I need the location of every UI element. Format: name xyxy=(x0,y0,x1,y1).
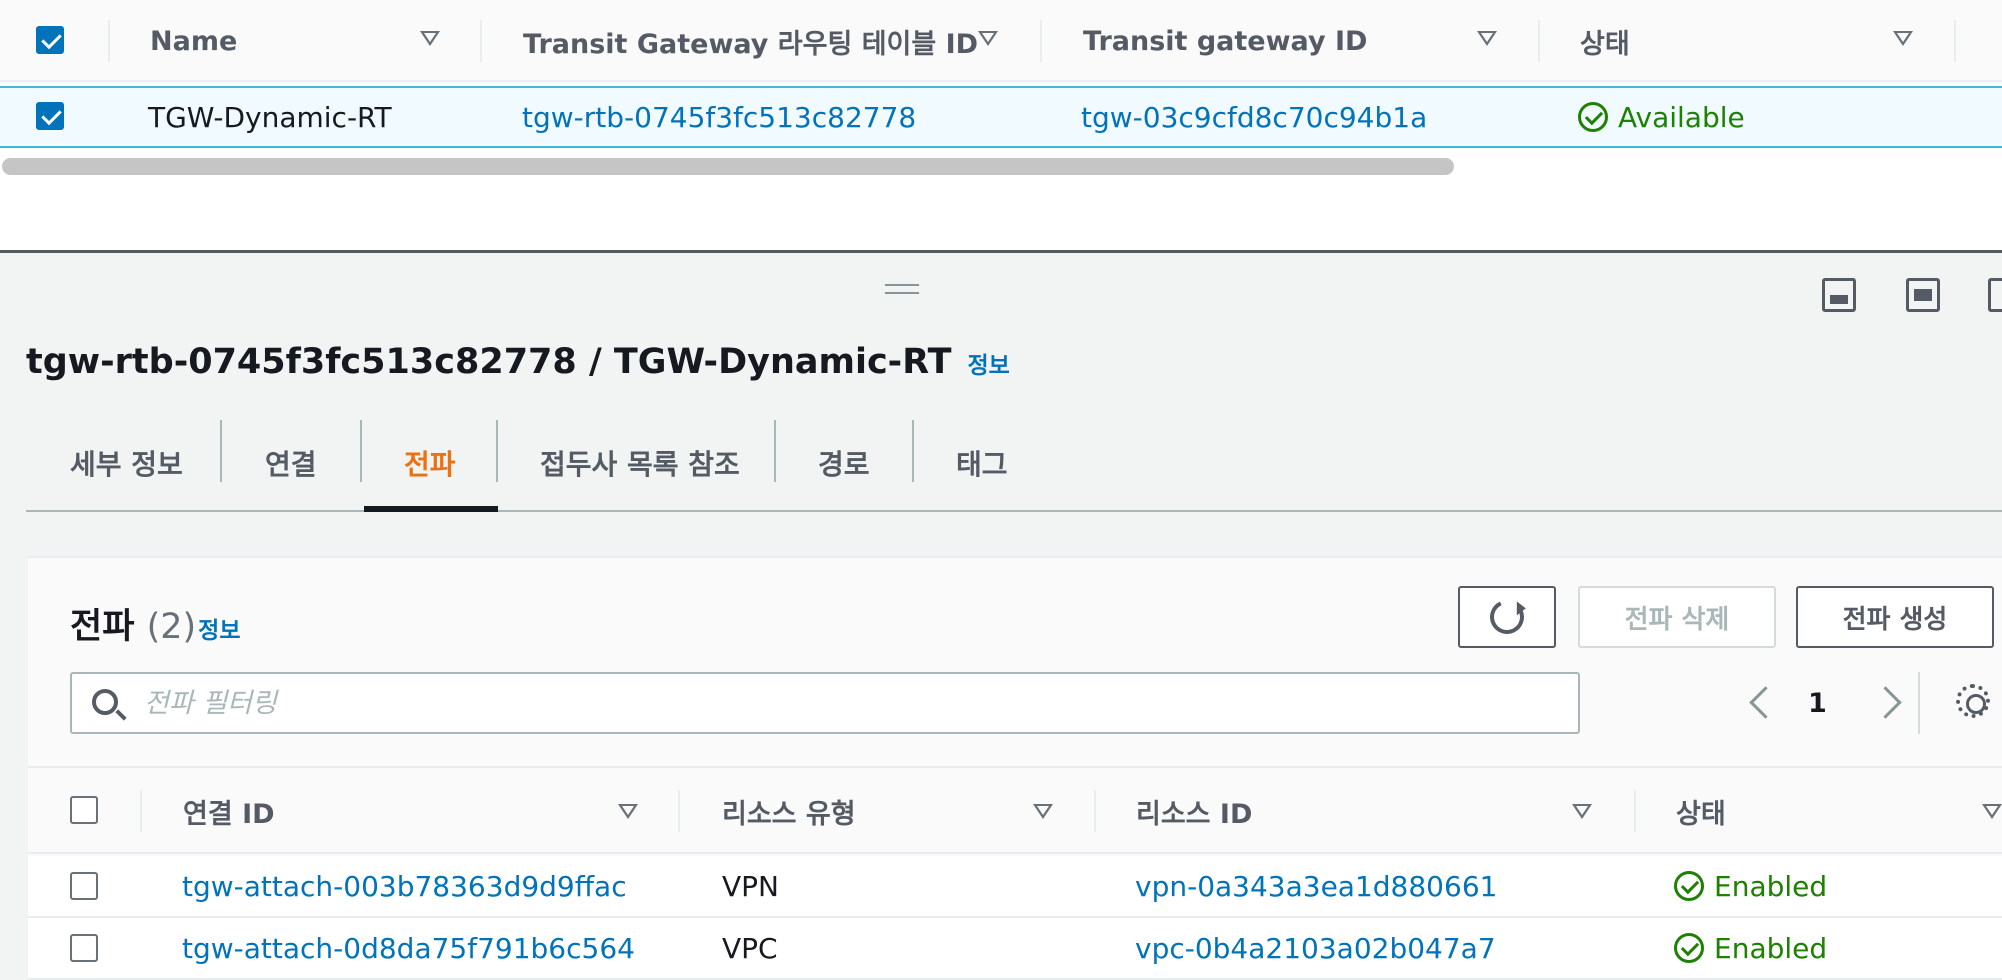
sort-icon[interactable] xyxy=(1982,804,2002,819)
tab-associations[interactable]: 연결 xyxy=(265,416,317,510)
info-link[interactable]: 정보 xyxy=(198,618,240,644)
check-circle-icon xyxy=(1674,933,1704,963)
panel-title: tgw-rtb-0745f3fc513c82778 / TGW-Dynamic-… xyxy=(26,342,1010,388)
tab-details[interactable]: 세부 정보 xyxy=(70,416,183,510)
resource-type: VPN xyxy=(722,869,779,903)
select-all-checkbox[interactable] xyxy=(70,796,98,824)
resource-id-link[interactable]: vpn-0a343a3ea1d880661 xyxy=(1135,856,1497,916)
sort-icon[interactable] xyxy=(618,804,638,819)
resource-type: VPC xyxy=(722,931,778,965)
status-enabled: Enabled xyxy=(1674,856,1827,916)
propagations-count: (2) xyxy=(146,607,197,647)
tab-separator xyxy=(912,420,914,482)
column-header-route-table-id[interactable]: Transit Gateway 라우팅 테이블 ID xyxy=(523,0,978,82)
panel-center-icon[interactable] xyxy=(1906,278,1940,312)
tab-routes[interactable]: 경로 xyxy=(818,416,870,510)
column-separator xyxy=(1094,790,1096,832)
chevron-left-icon[interactable] xyxy=(1744,682,1778,724)
panel-bottom-icon[interactable] xyxy=(1822,278,1856,312)
panel-side-icon[interactable] xyxy=(1988,278,2002,312)
table-header: Name Transit Gateway 라우팅 테이블 ID Transit … xyxy=(0,0,2002,82)
cell-name: TGW-Dynamic-RT xyxy=(148,100,392,134)
column-separator xyxy=(108,20,110,62)
check-circle-icon xyxy=(1674,871,1704,901)
create-propagation-button[interactable]: 전파 생성 xyxy=(1796,586,1994,648)
horizontal-scrollbar[interactable] xyxy=(0,154,2002,178)
filter-box[interactable] xyxy=(70,672,1580,734)
resource-id-link[interactable]: vpc-0b4a2103a02b047a7 xyxy=(1135,918,1496,978)
column-separator xyxy=(1040,20,1042,62)
propagations-table-header: 연결 ID 리소스 유형 리소스 ID 상태 xyxy=(28,766,2002,854)
tab-separator xyxy=(220,420,222,482)
transit-gateway-id-link[interactable]: tgw-03c9cfd8c70c94b1a xyxy=(1081,88,1427,146)
tab-separator xyxy=(496,420,498,482)
column-separator xyxy=(480,20,482,62)
column-header-name[interactable]: Name xyxy=(150,0,237,82)
select-all-checkbox[interactable] xyxy=(36,26,64,54)
refresh-icon xyxy=(1485,595,1529,639)
propagations-header: 전파 (2)정보 xyxy=(70,598,241,649)
table-row-selected[interactable]: TGW-Dynamic-RT tgw-rtb-0745f3fc513c82778… xyxy=(0,86,2002,148)
column-separator xyxy=(1954,20,1956,62)
column-header-status[interactable]: 상태 xyxy=(1580,0,1630,82)
status-available: Available xyxy=(1578,88,1745,146)
tab-propagations[interactable]: 전파 xyxy=(404,416,456,510)
attachment-id-link[interactable]: tgw-attach-0d8da75f791b6c564 xyxy=(182,918,635,978)
status-text: Enabled xyxy=(1714,931,1828,965)
active-tab-indicator xyxy=(364,506,498,512)
row-checkbox[interactable] xyxy=(36,102,64,130)
route-table-id-link[interactable]: tgw-rtb-0745f3fc513c82778 xyxy=(522,88,916,146)
column-separator xyxy=(678,790,680,832)
delete-propagation-button[interactable]: 전파 삭제 xyxy=(1578,586,1776,648)
table-row[interactable]: tgw-attach-003b78363d9d9ffac VPN vpn-0a3… xyxy=(28,856,2002,918)
column-header-resource-id[interactable]: 리소스 ID xyxy=(1136,768,1252,854)
table-row[interactable]: tgw-attach-0d8da75f791b6c564 VPC vpc-0b4… xyxy=(28,918,2002,980)
column-header-transit-gateway-id[interactable]: Transit gateway ID xyxy=(1083,0,1367,82)
pager-separator xyxy=(1918,672,1920,734)
status-text: Available xyxy=(1618,100,1745,134)
refresh-button[interactable] xyxy=(1458,586,1556,648)
status-text: Enabled xyxy=(1714,869,1828,903)
sort-icon[interactable] xyxy=(978,31,998,46)
check-circle-icon xyxy=(1578,102,1608,132)
propagations-title: 전파 xyxy=(70,607,135,647)
panel-title-text: tgw-rtb-0745f3fc513c82778 / TGW-Dynamic-… xyxy=(26,342,952,382)
row-checkbox[interactable] xyxy=(70,872,98,900)
split-panel-divider xyxy=(0,250,2002,253)
attachment-id-link[interactable]: tgw-attach-003b78363d9d9ffac xyxy=(182,856,627,916)
propagations-container: 전파 (2)정보 전파 삭제 전파 생성 1 연결 ID 리소스 유형 리소스 … xyxy=(28,556,2002,980)
status-enabled: Enabled xyxy=(1674,918,1827,978)
search-icon xyxy=(92,689,118,715)
route-tables-table: Name Transit Gateway 라우팅 테이블 ID Transit … xyxy=(0,0,2002,250)
tab-separator xyxy=(360,420,362,482)
chevron-right-icon[interactable] xyxy=(1874,682,1908,724)
tab-tags[interactable]: 태그 xyxy=(956,416,1008,510)
tab-separator xyxy=(774,420,776,482)
column-separator xyxy=(1634,790,1636,832)
scrollbar-thumb[interactable] xyxy=(2,158,1454,175)
sort-icon[interactable] xyxy=(1893,31,1913,46)
column-header-status[interactable]: 상태 xyxy=(1676,768,1726,854)
page-number[interactable]: 1 xyxy=(1808,682,1827,724)
column-header-resource-type[interactable]: 리소스 유형 xyxy=(722,768,856,854)
gear-icon[interactable] xyxy=(1956,684,1990,718)
sort-icon[interactable] xyxy=(1477,31,1497,46)
info-link[interactable]: 정보 xyxy=(967,346,1009,380)
resize-handle[interactable] xyxy=(885,284,919,296)
sort-icon[interactable] xyxy=(420,31,440,46)
sort-icon[interactable] xyxy=(1033,804,1053,819)
tab-prefix-list-references[interactable]: 접두사 목록 참조 xyxy=(540,416,740,510)
sort-icon[interactable] xyxy=(1572,804,1592,819)
tab-bar: 세부 정보 연결 전파 접두사 목록 참조 경로 태그 xyxy=(26,416,2002,512)
column-separator xyxy=(140,790,142,832)
column-separator xyxy=(1538,20,1540,62)
row-checkbox[interactable] xyxy=(70,934,98,962)
column-header-attachment-id[interactable]: 연결 ID xyxy=(183,768,275,854)
filter-input[interactable] xyxy=(142,682,1542,724)
